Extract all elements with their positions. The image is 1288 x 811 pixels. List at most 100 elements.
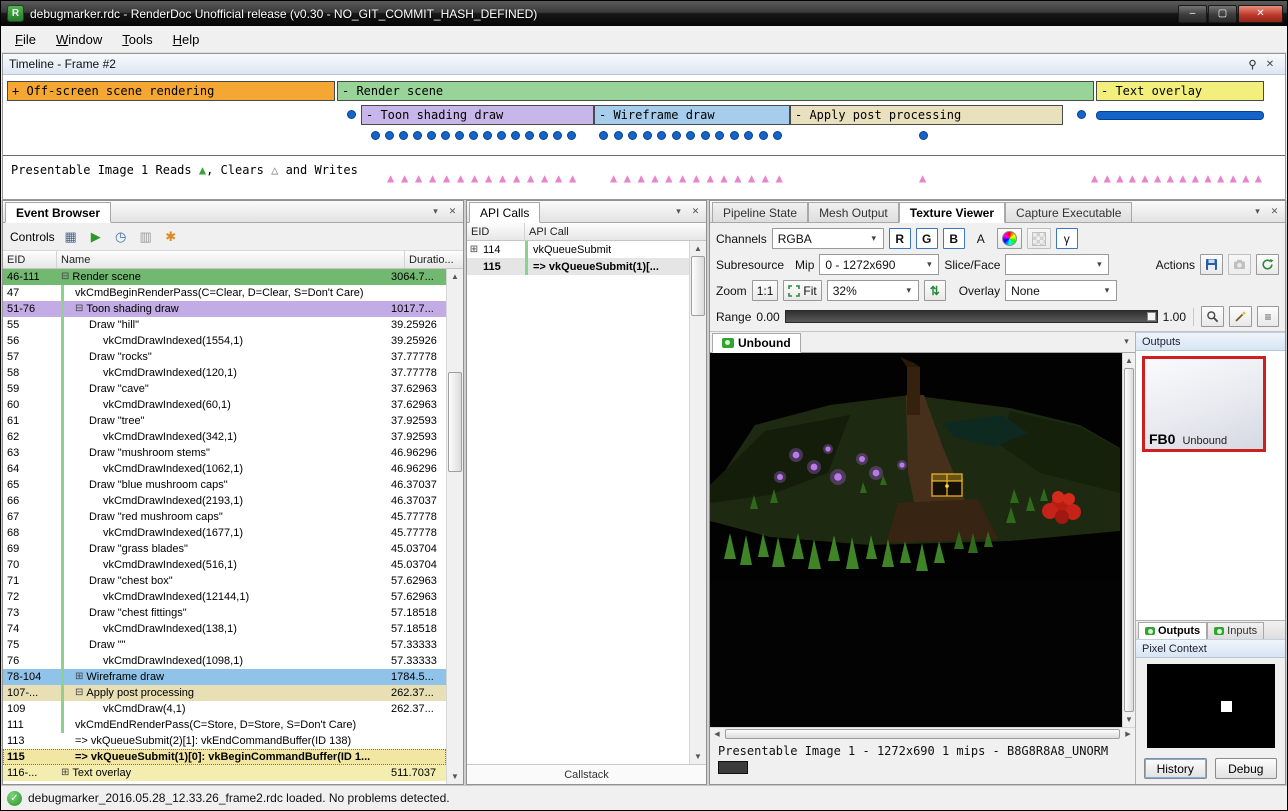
mip-dropdown[interactable]: 0 - 1272x690▾: [819, 254, 939, 275]
write-marker-icon[interactable]: ▲: [1255, 172, 1262, 184]
write-marker-icon[interactable]: ▲: [471, 172, 478, 184]
write-marker-icon[interactable]: ▲: [734, 172, 741, 184]
event-row[interactable]: 58vkCmdDrawIndexed(120,1)37.77778: [3, 365, 446, 381]
close-button[interactable]: ✕: [1238, 5, 1283, 23]
scroll-up-icon[interactable]: ▲: [690, 241, 706, 256]
scroll-down-icon[interactable]: ▼: [1123, 712, 1135, 727]
write-marker-icon[interactable]: ▲: [1230, 172, 1237, 184]
column-eid[interactable]: EID: [467, 223, 525, 240]
event-row[interactable]: 57Draw "rocks"37.77778: [3, 349, 446, 365]
flip-y-button[interactable]: ⇅: [924, 280, 946, 301]
write-marker-icon[interactable]: ▲: [401, 172, 408, 184]
timeline-body[interactable]: + Off-screen scene rendering- Render sce…: [3, 75, 1285, 199]
write-marker-icon[interactable]: ▲: [1204, 172, 1211, 184]
timeline-bar[interactable]: - Wireframe draw: [594, 105, 790, 125]
event-row[interactable]: 51-76⊟Toon shading draw1017.7...: [3, 301, 446, 317]
pin-icon[interactable]: [1243, 56, 1261, 72]
draw-call-dot[interactable]: [628, 131, 637, 140]
write-marker-icon[interactable]: ▲: [720, 172, 727, 184]
zoom-1to1-button[interactable]: 1:1: [752, 280, 779, 301]
channels-dropdown[interactable]: RGBA▾: [772, 228, 884, 249]
save-texture-button[interactable]: [1200, 254, 1223, 275]
event-row[interactable]: 60vkCmdDrawIndexed(60,1)37.62963: [3, 397, 446, 413]
texture-list-dropdown-icon[interactable]: ▾: [1118, 333, 1135, 349]
texture-tab-unbound[interactable]: Unbound: [712, 333, 801, 353]
draw-call-dot[interactable]: [567, 131, 576, 140]
write-marker-icon[interactable]: ▲: [638, 172, 645, 184]
write-marker-icon[interactable]: ▲: [443, 172, 450, 184]
tab-mesh-output[interactable]: Mesh Output: [808, 202, 899, 223]
write-marker-icon[interactable]: ▲: [415, 172, 422, 184]
output-thumbnail-fb0[interactable]: FB0 Unbound: [1142, 356, 1266, 452]
right-panel-close-icon[interactable]: ✕: [1266, 203, 1283, 219]
api-call-row[interactable]: 115=> vkQueueSubmit(1)[...: [467, 258, 689, 275]
stats-icon[interactable]: ▥: [135, 226, 157, 248]
draw-call-dot[interactable]: [399, 131, 408, 140]
write-marker-icon[interactable]: ▲: [1192, 172, 1199, 184]
event-row[interactable]: 68vkCmdDrawIndexed(1677,1)45.77778: [3, 525, 446, 541]
minimize-button[interactable]: –: [1178, 5, 1207, 23]
write-marker-icon[interactable]: ▲: [1179, 172, 1186, 184]
menu-item-file[interactable]: File: [5, 28, 46, 51]
write-marker-icon[interactable]: ▲: [762, 172, 769, 184]
channel-r-button[interactable]: R: [889, 228, 911, 249]
open-external-button[interactable]: [1228, 254, 1251, 275]
write-marker-icon[interactable]: ▲: [610, 172, 617, 184]
write-marker-icon[interactable]: ▲: [555, 172, 562, 184]
channel-b-button[interactable]: B: [943, 228, 965, 249]
write-marker-icon[interactable]: ▲: [499, 172, 506, 184]
range-slider[interactable]: [785, 310, 1158, 323]
draw-call-dot[interactable]: [371, 131, 380, 140]
write-marker-icon[interactable]: ▲: [919, 172, 926, 184]
tree-expand-icon[interactable]: ⊞: [467, 244, 481, 255]
tab-outputs[interactable]: Outputs: [1138, 622, 1207, 639]
callstack-section[interactable]: Callstack: [467, 764, 706, 784]
draw-call-dot[interactable]: [525, 131, 534, 140]
scroll-thumb[interactable]: [691, 256, 705, 316]
api-calls-scrollbar[interactable]: ▲ ▼: [689, 241, 706, 764]
write-marker-icon[interactable]: ▲: [1242, 172, 1249, 184]
draw-call-dot[interactable]: [511, 131, 520, 140]
draw-call-dot[interactable]: [686, 131, 695, 140]
write-marker-icon[interactable]: ▲: [1129, 172, 1136, 184]
sliceface-dropdown[interactable]: ▾: [1005, 254, 1109, 275]
tab-inputs[interactable]: Inputs: [1207, 622, 1264, 639]
write-marker-icon[interactable]: ▲: [541, 172, 548, 184]
write-marker-icon[interactable]: ▲: [1167, 172, 1174, 184]
draw-call-dot[interactable]: [483, 131, 492, 140]
event-row[interactable]: 115=> vkQueueSubmit(1)[0]: vkBeginComman…: [3, 749, 446, 765]
timeline-bar[interactable]: - Toon shading draw: [361, 105, 594, 125]
event-row[interactable]: 74vkCmdDrawIndexed(138,1)57.18518: [3, 621, 446, 637]
draw-call-dot[interactable]: [455, 131, 464, 140]
event-row[interactable]: 46-111⊟Render scene3064.7...: [3, 269, 446, 285]
texture-vertical-scrollbar[interactable]: ▲ ▼: [1122, 353, 1135, 727]
draw-call-dot[interactable]: [730, 131, 739, 140]
channel-g-button[interactable]: G: [916, 228, 938, 249]
tree-expand-icon[interactable]: ⊞: [61, 768, 69, 778]
colorwheel-button[interactable]: [997, 228, 1022, 249]
event-row[interactable]: 76vkCmdDrawIndexed(1098,1)57.33333: [3, 653, 446, 669]
event-row[interactable]: 62vkCmdDrawIndexed(342,1)37.92593: [3, 429, 446, 445]
draw-call-dot[interactable]: [672, 131, 681, 140]
event-row[interactable]: 73Draw "chest fittings"57.18518: [3, 605, 446, 621]
write-marker-icon[interactable]: ▲: [707, 172, 714, 184]
gamma-button[interactable]: γ: [1056, 228, 1078, 249]
column-eid[interactable]: EID: [3, 251, 57, 268]
event-row[interactable]: 107-...⊟Apply post processing262.37...: [3, 685, 446, 701]
timeline-close-icon[interactable]: ✕: [1261, 56, 1279, 72]
event-row[interactable]: 65Draw "blue mushroom caps"46.37037: [3, 477, 446, 493]
scroll-up-icon[interactable]: ▲: [447, 269, 463, 284]
texture-image[interactable]: [710, 353, 1122, 727]
channel-a-button[interactable]: A: [970, 228, 992, 249]
tree-collapse-icon[interactable]: ⊟: [61, 272, 69, 282]
event-browser-close-icon[interactable]: ✕: [444, 203, 461, 219]
zoom-range-button[interactable]: [1201, 306, 1224, 327]
autofit-range-button[interactable]: [1229, 306, 1252, 327]
write-marker-icon[interactable]: ▲: [748, 172, 755, 184]
draw-call-dot[interactable]: [441, 131, 450, 140]
range-max-value[interactable]: 1.00: [1163, 310, 1186, 324]
draw-call-dot[interactable]: [469, 131, 478, 140]
draw-call-dot[interactable]: [744, 131, 753, 140]
draw-call-dot[interactable]: [919, 131, 928, 140]
event-row[interactable]: 113=> vkQueueSubmit(2)[1]: vkEndCommandB…: [3, 733, 446, 749]
